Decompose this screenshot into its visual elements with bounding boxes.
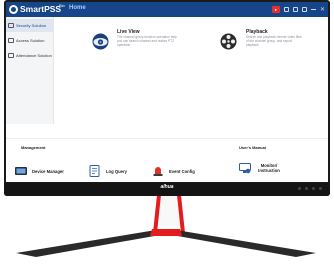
users-manual-section-label: User's Manual bbox=[239, 145, 266, 150]
event-config-icon bbox=[153, 167, 163, 176]
tile-live-view[interactable]: Live View The channel group function ope… bbox=[92, 29, 182, 55]
app-titlebar: SmartPSS Bio Home ● ✕ bbox=[6, 2, 328, 17]
monitor-button bbox=[319, 187, 322, 190]
sidebar-item-attendance[interactable]: Attendance Solution bbox=[6, 49, 53, 62]
alarm-badge[interactable]: ● bbox=[271, 6, 280, 13]
monitor-instruction-icon bbox=[239, 163, 251, 174]
app-title: SmartPSS bbox=[20, 4, 62, 14]
camera-icon bbox=[92, 33, 109, 50]
monitor-button bbox=[305, 187, 308, 190]
stand-neck-right bbox=[177, 196, 185, 232]
sidebar-item-access[interactable]: Access Solution bbox=[6, 34, 53, 47]
sidebar-item-label: Security Solution bbox=[16, 23, 47, 28]
tool-label: Monitor/ Instruction bbox=[258, 163, 280, 173]
calendar-icon bbox=[8, 53, 14, 58]
tile-live-view-desc: The channel group function operation hel… bbox=[117, 35, 177, 47]
sidebar-item-label: Attendance Solution bbox=[16, 53, 52, 58]
log-query-icon bbox=[89, 165, 100, 177]
log-query-button[interactable]: Log Query bbox=[89, 165, 127, 177]
settings-icon[interactable] bbox=[292, 7, 298, 12]
minimize-icon[interactable] bbox=[310, 9, 316, 10]
monitor-buttons bbox=[298, 187, 322, 190]
brand-logo: alhua bbox=[160, 184, 174, 190]
management-section-label: Management bbox=[21, 145, 46, 150]
lock-icon[interactable] bbox=[301, 7, 307, 12]
shield-icon bbox=[8, 23, 14, 28]
stand-base bbox=[16, 229, 316, 257]
sidebar: Security Solution Access Solution Attend… bbox=[6, 17, 54, 124]
device-manager-button[interactable]: Device Manager bbox=[15, 165, 64, 177]
tool-label: Device Manager bbox=[32, 168, 64, 174]
event-config-button[interactable]: Event Config bbox=[152, 165, 195, 177]
app-logo-icon bbox=[9, 5, 18, 14]
monitor-screen: SmartPSS Bio Home ● ✕ Security Solution … bbox=[6, 2, 328, 182]
monitor-button bbox=[298, 187, 301, 190]
tile-playback-desc: Search and playback remote video files o… bbox=[246, 35, 302, 47]
app-title-suffix: Bio bbox=[59, 3, 65, 8]
monitor-button bbox=[312, 187, 315, 190]
tile-playback[interactable]: Playback Search and playback remote vide… bbox=[220, 29, 320, 55]
tab-home[interactable]: Home bbox=[69, 5, 86, 11]
close-icon[interactable]: ✕ bbox=[320, 7, 325, 13]
tool-label: Event Config bbox=[169, 168, 195, 174]
monitor-instruction-button[interactable]: Monitor/ Instruction bbox=[239, 162, 282, 174]
device-manager-icon bbox=[15, 167, 27, 175]
door-icon bbox=[8, 38, 14, 43]
window-controls: ● ✕ bbox=[271, 5, 325, 14]
playback-reel-icon bbox=[220, 33, 237, 50]
tool-label: Log Query bbox=[106, 168, 127, 174]
user-icon[interactable] bbox=[283, 7, 289, 12]
sidebar-item-security[interactable]: Security Solution bbox=[6, 19, 53, 32]
sidebar-item-label: Access Solution bbox=[16, 38, 45, 43]
bottom-panel: Management User's Manual Device Manager … bbox=[6, 138, 328, 182]
